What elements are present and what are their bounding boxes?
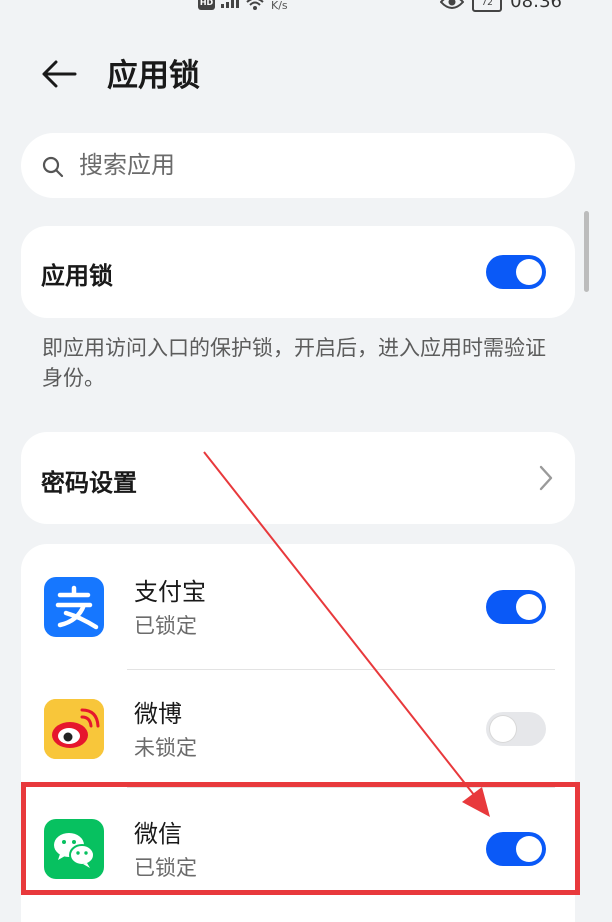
page-title: 应用锁	[107, 58, 200, 94]
alipay-icon	[44, 577, 104, 637]
search-bar[interactable]: 搜索应用	[21, 133, 575, 198]
chevron-right-icon	[539, 465, 553, 495]
search-icon	[41, 155, 65, 183]
alipay-lock-toggle[interactable]	[486, 590, 546, 624]
eye-icon	[439, 0, 465, 14]
status-right: 72 08:36	[439, 0, 562, 14]
status-bar: HD K/s 72 08:36	[0, 0, 612, 20]
weibo-icon	[44, 699, 104, 759]
app-lock-toggle[interactable]	[486, 255, 546, 289]
battery-indicator: 72	[472, 0, 503, 12]
wifi-icon	[245, 0, 265, 15]
app-name: 支付宝	[134, 578, 206, 606]
search-input[interactable]: 搜索应用	[79, 133, 175, 198]
list-item-alipay[interactable]: 支付宝 已锁定	[21, 544, 575, 664]
weibo-lock-toggle[interactable]	[486, 712, 546, 746]
app-lock-card: 应用锁	[21, 226, 575, 318]
app-name: 微博	[134, 700, 182, 728]
clock: 08:36	[510, 0, 562, 12]
password-settings-label: 密码设置	[41, 469, 137, 497]
list-item-weibo[interactable]: 微博 未锁定	[21, 666, 575, 786]
back-button[interactable]	[36, 56, 82, 96]
header: 应用锁	[0, 40, 612, 110]
app-lock-description: 即应用访问入口的保护锁，开启后，进入应用时需验证身份。	[42, 336, 546, 390]
app-lock-status: 已锁定	[134, 614, 197, 638]
hd-badge: HD	[198, 0, 215, 10]
status-left: HD K/s	[198, 0, 288, 15]
arrow-left-icon	[41, 60, 77, 92]
app-lock-status: 未锁定	[134, 736, 197, 760]
password-settings-row[interactable]: 密码设置	[21, 432, 575, 524]
scrollbar[interactable]	[584, 211, 589, 292]
annotation-highlight-box	[21, 782, 580, 895]
app-lock-label: 应用锁	[41, 262, 113, 290]
signal-icon	[221, 0, 239, 8]
network-speed-unit: K/s	[271, 0, 288, 12]
